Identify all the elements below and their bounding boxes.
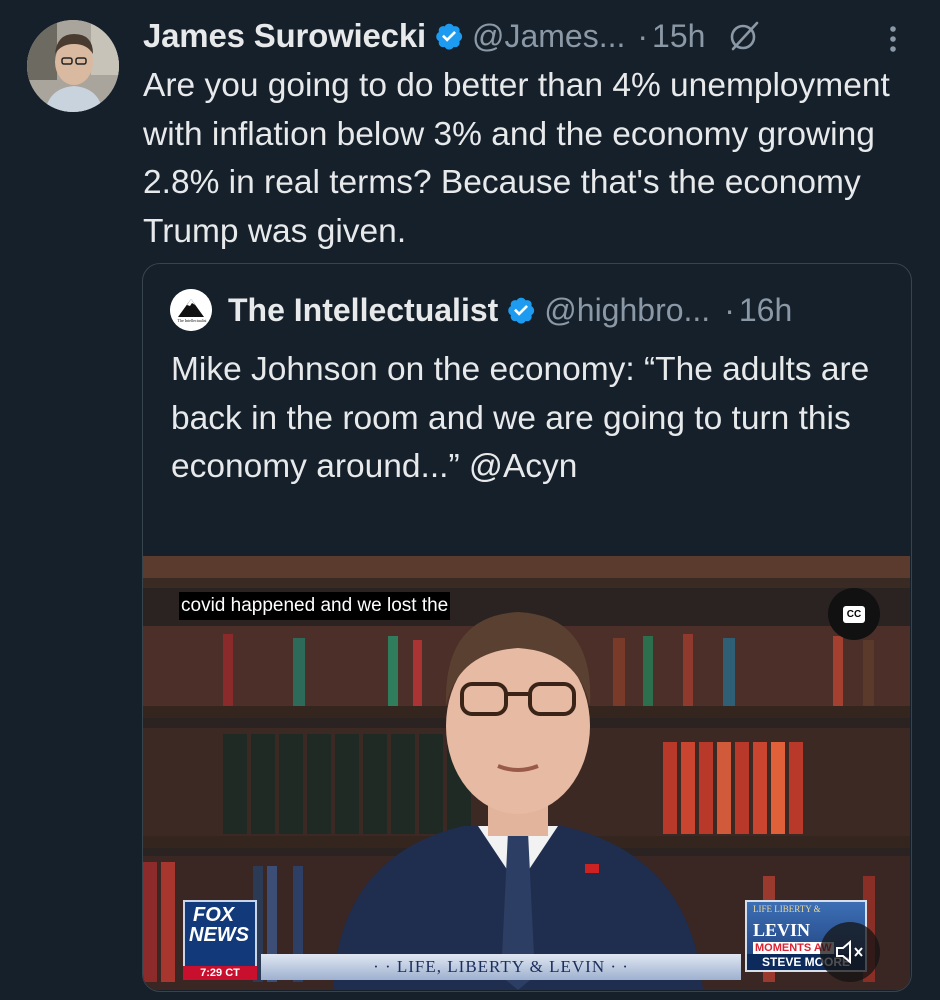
grok-icon[interactable] (727, 19, 761, 53)
video-caption: covid happened and we lost the (179, 592, 451, 620)
cc-button[interactable]: CC (828, 588, 880, 640)
show-title-bar: · · LIFE, LIBERTY & LEVIN · · (261, 954, 741, 980)
quoted-avatar-text: The Intellectualist (177, 319, 207, 323)
quoted-avatar[interactable]: The Intellectualist (170, 289, 212, 331)
quoted-header: The Intellectualist The Intellectualist … (170, 288, 792, 332)
quoted-time[interactable]: 16h (739, 292, 792, 329)
author-avatar[interactable] (27, 20, 119, 112)
author-handle[interactable]: @James... (472, 18, 625, 55)
video-player[interactable]: covid happened and we lost the CC FOX NE… (143, 556, 910, 990)
quoted-author-handle[interactable]: @highbro... (544, 292, 710, 329)
cc-icon: CC (843, 605, 865, 623)
quoted-author-name[interactable]: The Intellectualist (228, 292, 498, 329)
network-sub: NEWS (189, 924, 249, 946)
separator: · (637, 17, 649, 54)
tweet[interactable]: James Surowiecki @James... · 15h Are you… (0, 0, 940, 1000)
tweet-text: Are you going to do better than 4% unemp… (143, 67, 890, 250)
mute-icon (836, 939, 863, 965)
separator: · (724, 291, 735, 328)
author-name[interactable]: James Surowiecki (143, 17, 426, 55)
tweet-time[interactable]: 15h (652, 18, 705, 55)
verified-icon (508, 297, 535, 324)
tweet-header: James Surowiecki @James... · 15h (143, 14, 923, 58)
mute-button[interactable] (820, 922, 880, 982)
show-panel-top: LIFE LIBERTY & (753, 904, 821, 914)
quoted-tweet[interactable]: The Intellectualist The Intellectualist … (142, 263, 912, 992)
show-panel-name: LEVIN (753, 920, 811, 940)
quoted-text: Mike Johnson on the economy: “The adults… (171, 351, 870, 485)
fox-news-logo: FOX NEWS (183, 900, 257, 968)
broadcast-clock: 7:29 CT (183, 966, 257, 980)
more-icon[interactable] (886, 22, 900, 56)
verified-icon (436, 23, 463, 50)
